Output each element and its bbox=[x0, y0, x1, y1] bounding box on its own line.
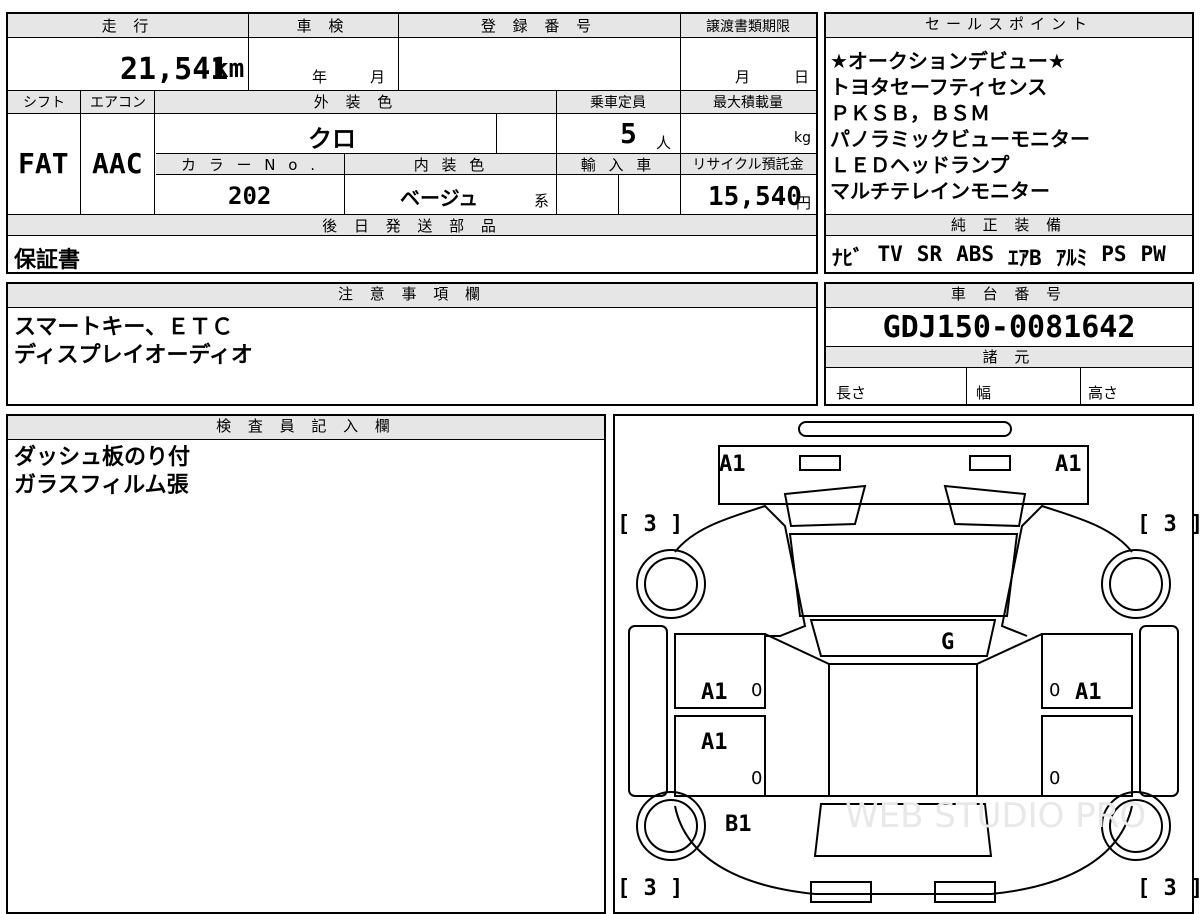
sales-point-list: ★オークションデビュー★ トヨタセーフティセンス ＰＫＳＢ，ＢＳＭ パノラミックビュー… bbox=[830, 48, 1090, 204]
watermark: WEB STUDIO PRO bbox=[845, 796, 1147, 836]
shift-label: シフト bbox=[23, 95, 65, 111]
recycle-label: リサイクル預託金 bbox=[692, 157, 804, 173]
inspector-header: 検 査 員 記 入 欄 bbox=[8, 416, 604, 440]
inspector-notes: ダッシュ板のり付 ガラスフィルム張 bbox=[14, 444, 190, 500]
shaken-year: 年 bbox=[312, 68, 328, 86]
sales-point-item: ＬＥＤヘッドランプ bbox=[830, 153, 1010, 177]
zero-mark-3: 0 bbox=[751, 768, 763, 789]
width-label: 幅 bbox=[976, 384, 992, 402]
max-load-label: 最大積載量 bbox=[713, 95, 783, 111]
shaken-month: 月 bbox=[370, 68, 386, 86]
sales-point-item: トヨタセーフティセンス bbox=[830, 75, 1048, 99]
chassis-number: GDJ150-0081642 bbox=[882, 310, 1136, 345]
chassis-header: 車 台 番 号 bbox=[826, 284, 1192, 308]
color-no-label: カ ラ ー N o . bbox=[180, 156, 319, 174]
mileage-label: 走 行 bbox=[101, 17, 155, 35]
specs-header: 諸 元 bbox=[826, 346, 1192, 368]
deadline-month: 月 bbox=[735, 68, 751, 86]
equipment-header: 純 正 装 備 bbox=[826, 214, 1192, 236]
zero-mark-4: 0 bbox=[1049, 768, 1061, 789]
aircon-label: エアコン bbox=[90, 95, 146, 111]
tire-rear-left: [ 3 ] bbox=[617, 876, 684, 901]
exterior-color-value: クロ bbox=[308, 125, 356, 153]
top-strip bbox=[6, 0, 1194, 6]
damage-diagram: A1 A1 [ 3 ] [ 3 ] G A1 A1 A1 B1 0 0 0 0 … bbox=[613, 414, 1200, 914]
vehicle-info-table: 走 行 車 検 登 録 番 号 譲渡書類期限 21,541 km 年 月 月 日… bbox=[6, 12, 818, 274]
tire-front-right: [ 3 ] bbox=[1137, 512, 1200, 537]
equipment-item: PW bbox=[1140, 242, 1166, 266]
later-parts-value: 保証書 bbox=[14, 248, 81, 273]
import-label: 輸 入 車 bbox=[580, 156, 656, 174]
sales-point-header: セールスポイント bbox=[826, 14, 1192, 38]
length-label: 長さ bbox=[836, 384, 867, 402]
equipment-item: ﾅﾋﾞ bbox=[832, 246, 864, 270]
shift-value: FAT bbox=[18, 147, 69, 180]
equipment-item: ｴｱB bbox=[1008, 246, 1042, 270]
damage-door-front-left: A1 bbox=[701, 680, 728, 705]
damage-front-right: A1 bbox=[1055, 452, 1082, 477]
later-parts-label: 後 日 発 送 部 品 bbox=[322, 217, 502, 235]
damage-glass: G bbox=[941, 630, 955, 655]
sales-point-item: ★オークションデビュー★ bbox=[830, 49, 1066, 73]
interior-suffix: 系 bbox=[534, 192, 550, 210]
equipment-item: ｱﾙﾐ bbox=[1055, 246, 1088, 270]
load-unit: kg bbox=[794, 130, 811, 146]
damage-rear-left: B1 bbox=[725, 812, 752, 837]
damage-door-front-right: A1 bbox=[1075, 680, 1102, 705]
equipment-list: ﾅﾋﾞ TV SR ABS ｴｱB ｱﾙﾐ PS PW bbox=[832, 242, 1166, 272]
shaken-label: 車 検 bbox=[296, 17, 350, 35]
aircon-value: AAC bbox=[92, 147, 143, 180]
capacity-label: 乗車定員 bbox=[590, 95, 646, 111]
note-item: スマートキー、ＥＴＣ bbox=[14, 315, 234, 340]
equipment-item: ABS bbox=[956, 242, 995, 266]
tire-rear-right: [ 3 ] bbox=[1137, 876, 1200, 901]
zero-mark-1: 0 bbox=[751, 680, 763, 701]
recycle-unit: 円 bbox=[796, 194, 812, 212]
mileage-unit: km bbox=[213, 54, 245, 84]
chassis-box: 車 台 番 号 GDJ150-0081642 諸 元 長さ 幅 高さ bbox=[824, 282, 1194, 406]
note-item: ディスプレイオーディオ bbox=[14, 343, 253, 368]
capacity-value: 5 bbox=[620, 117, 637, 150]
equipment-item: SR bbox=[916, 242, 943, 266]
sales-point-item: パノラミックビューモニター bbox=[830, 127, 1090, 151]
sales-point-box: セールスポイント ★オークションデビュー★ トヨタセーフティセンス ＰＫＳＢ，ＢＳＭ… bbox=[824, 12, 1194, 274]
inspector-box: 検 査 員 記 入 欄 ダッシュ板のり付 ガラスフィルム張 bbox=[6, 414, 606, 914]
interior-color-label: 内 装 色 bbox=[413, 156, 489, 174]
inspector-note-item: ガラスフィルム張 bbox=[14, 473, 189, 498]
interior-color-value: ベージュ bbox=[400, 186, 479, 210]
sales-point-item: マルチテレインモニター bbox=[830, 179, 1050, 203]
recycle-value: 15,540 bbox=[708, 182, 802, 212]
height-label: 高さ bbox=[1088, 384, 1119, 402]
zero-mark-2: 0 bbox=[1049, 680, 1061, 701]
notes-header: 注 意 事 項 欄 bbox=[8, 284, 816, 308]
equipment-item: TV bbox=[877, 242, 903, 266]
inspector-note-item: ダッシュ板のり付 bbox=[14, 445, 191, 470]
tire-front-left: [ 3 ] bbox=[617, 512, 684, 537]
registration-label: 登 録 番 号 bbox=[480, 17, 598, 35]
capacity-unit: 人 bbox=[656, 134, 672, 152]
notes-box: 注 意 事 項 欄 スマートキー、ＥＴＣ ディスプレイオーディオ bbox=[6, 282, 818, 406]
damage-front-left: A1 bbox=[719, 452, 746, 477]
deadline-label: 譲渡書類期限 bbox=[706, 19, 790, 35]
deadline-day: 日 bbox=[794, 68, 810, 86]
notes-list: スマートキー、ＥＴＣ ディスプレイオーディオ bbox=[14, 314, 253, 370]
exterior-color-label: 外 装 色 bbox=[313, 93, 399, 111]
sales-point-item: ＰＫＳＢ，ＢＳＭ bbox=[830, 101, 990, 125]
color-no-value: 202 bbox=[228, 182, 272, 210]
damage-door-rear-left: A1 bbox=[701, 730, 728, 755]
equipment-item: PS bbox=[1101, 242, 1127, 266]
